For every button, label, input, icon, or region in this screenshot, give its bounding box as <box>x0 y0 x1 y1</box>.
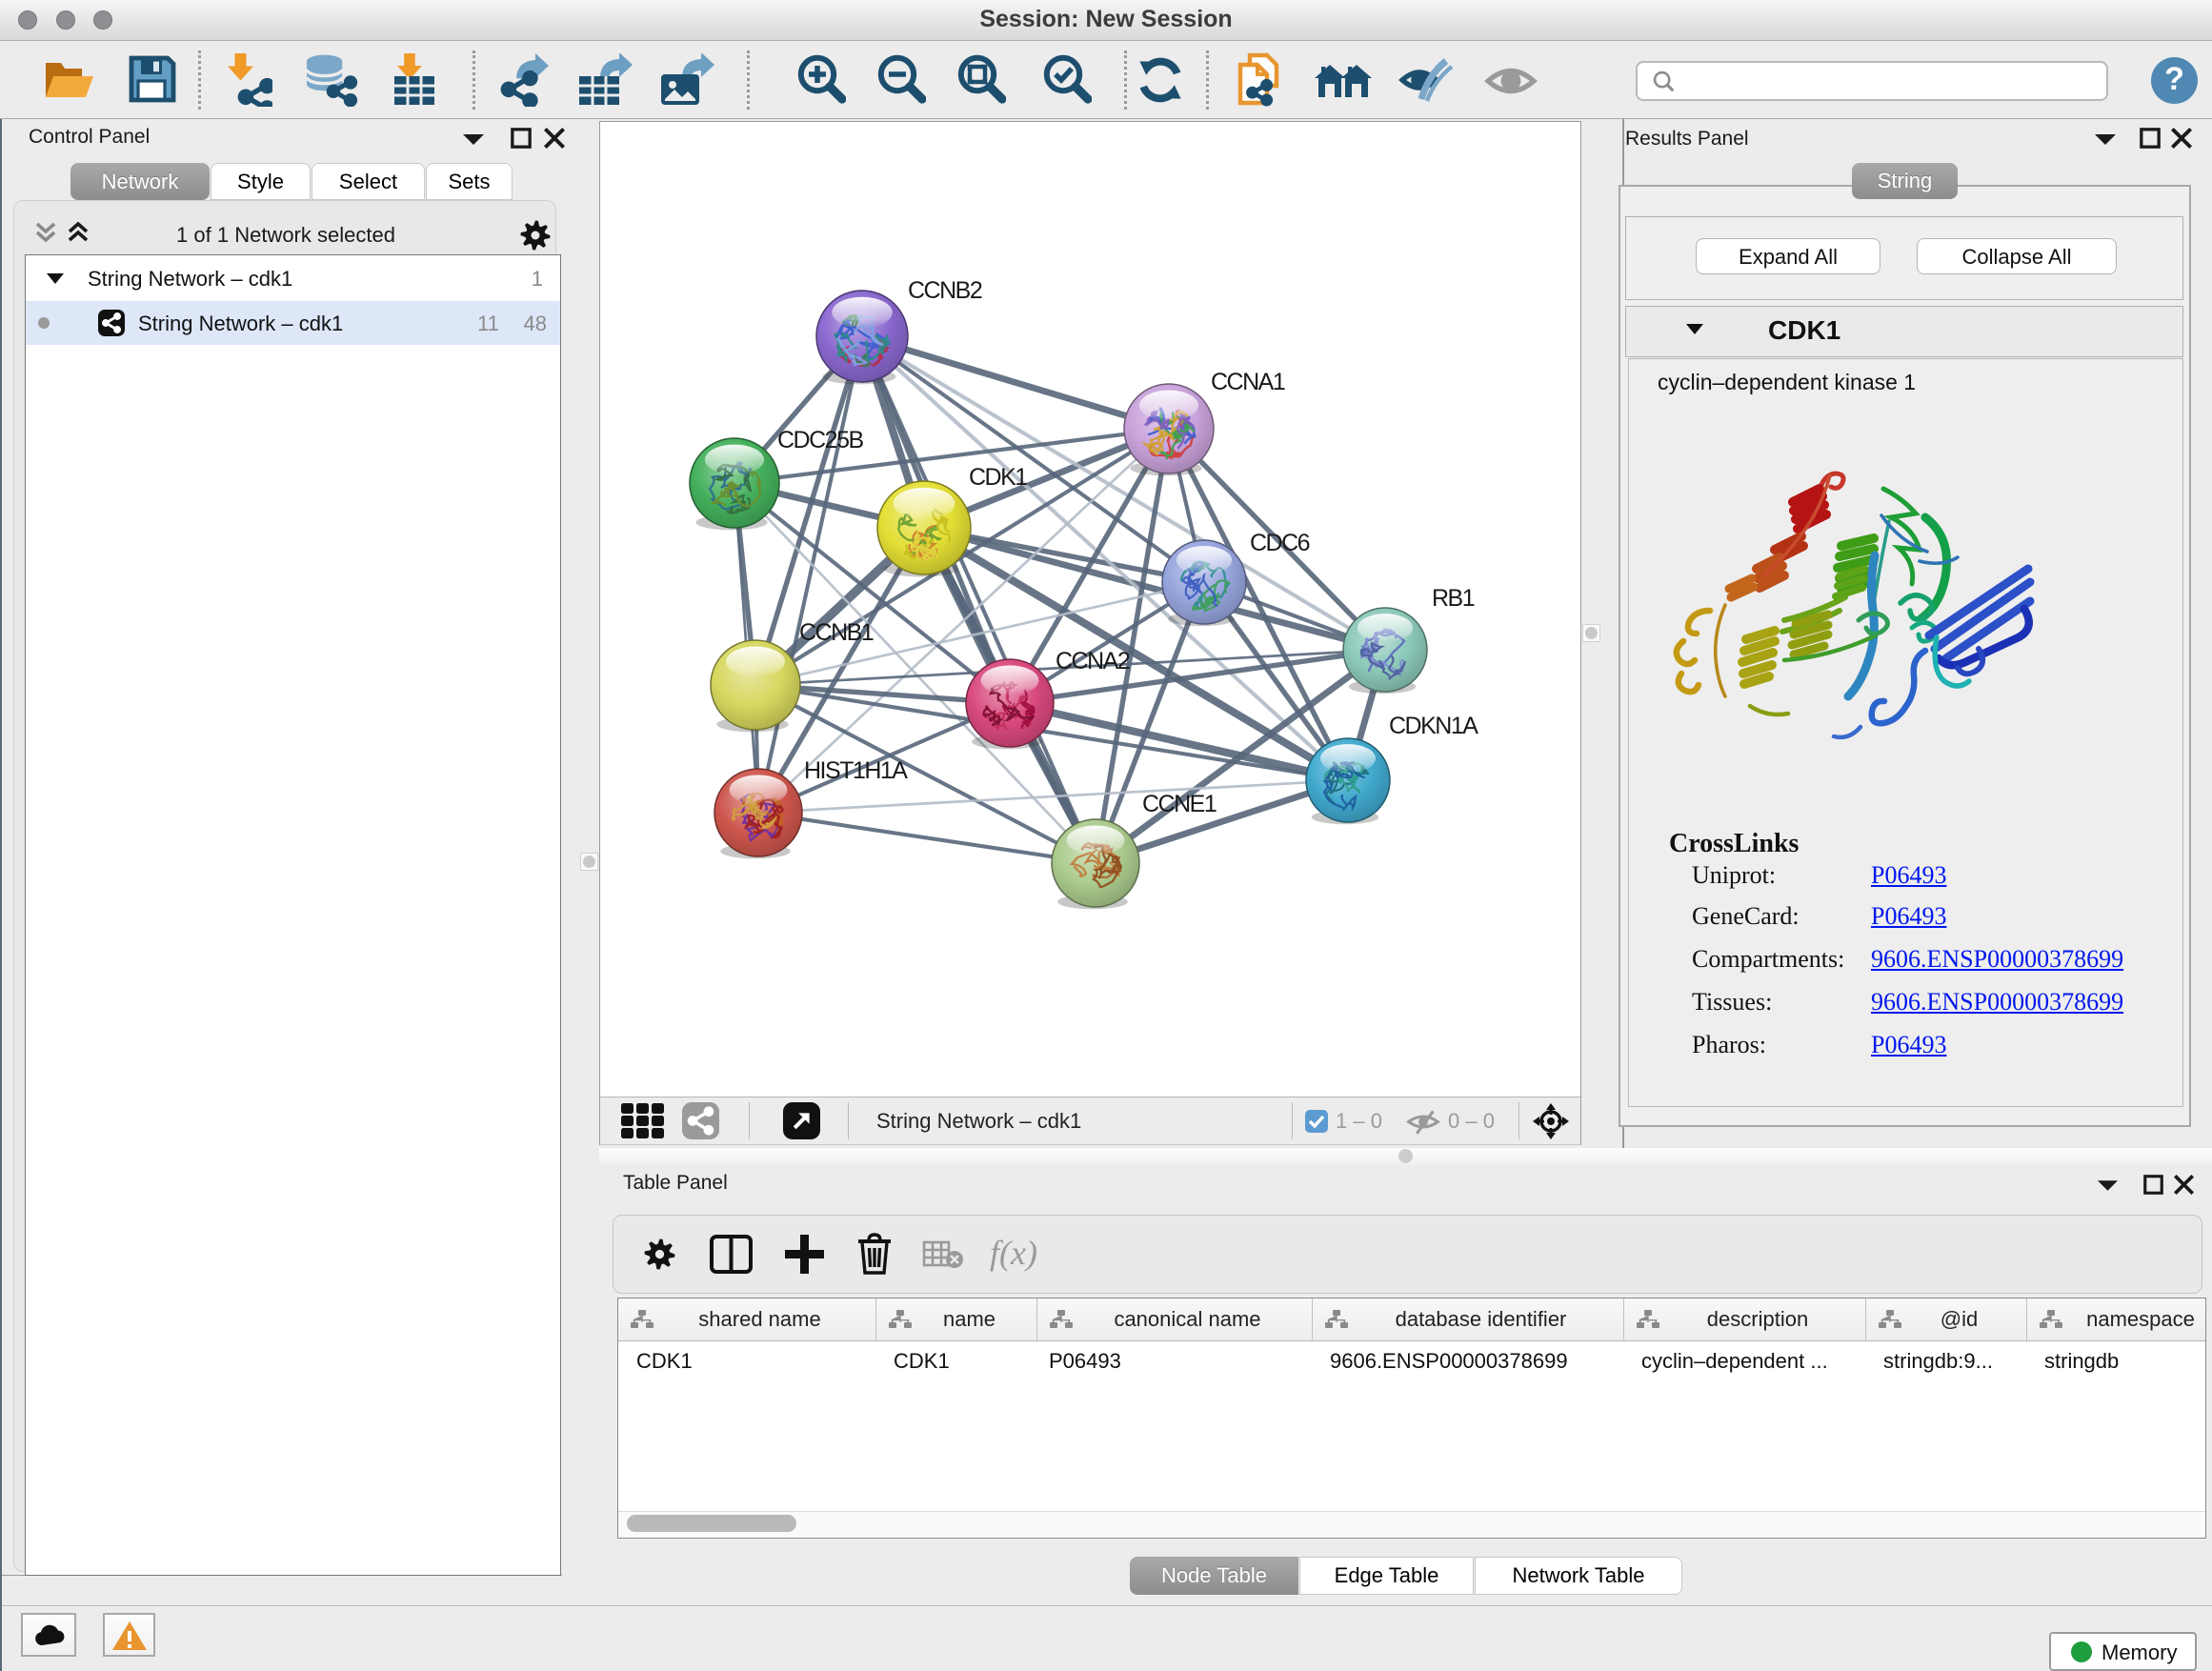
svg-text:CCNB2: CCNB2 <box>908 277 982 304</box>
svg-text:CDKN1A: CDKN1A <box>1389 713 1478 739</box>
svg-text:CCNA1: CCNA1 <box>1211 369 1285 395</box>
svg-text:RB1: RB1 <box>1432 585 1475 612</box>
svg-text:CCNA2: CCNA2 <box>1056 648 1130 674</box>
svg-text:CCNE1: CCNE1 <box>1142 791 1217 817</box>
svg-text:HIST1H1A: HIST1H1A <box>804 757 908 784</box>
svg-text:CDC25B: CDC25B <box>777 427 863 453</box>
svg-text:CDK1: CDK1 <box>969 464 1027 491</box>
svg-text:CCNB1: CCNB1 <box>799 619 874 646</box>
svg-text:CDC6: CDC6 <box>1250 530 1310 556</box>
